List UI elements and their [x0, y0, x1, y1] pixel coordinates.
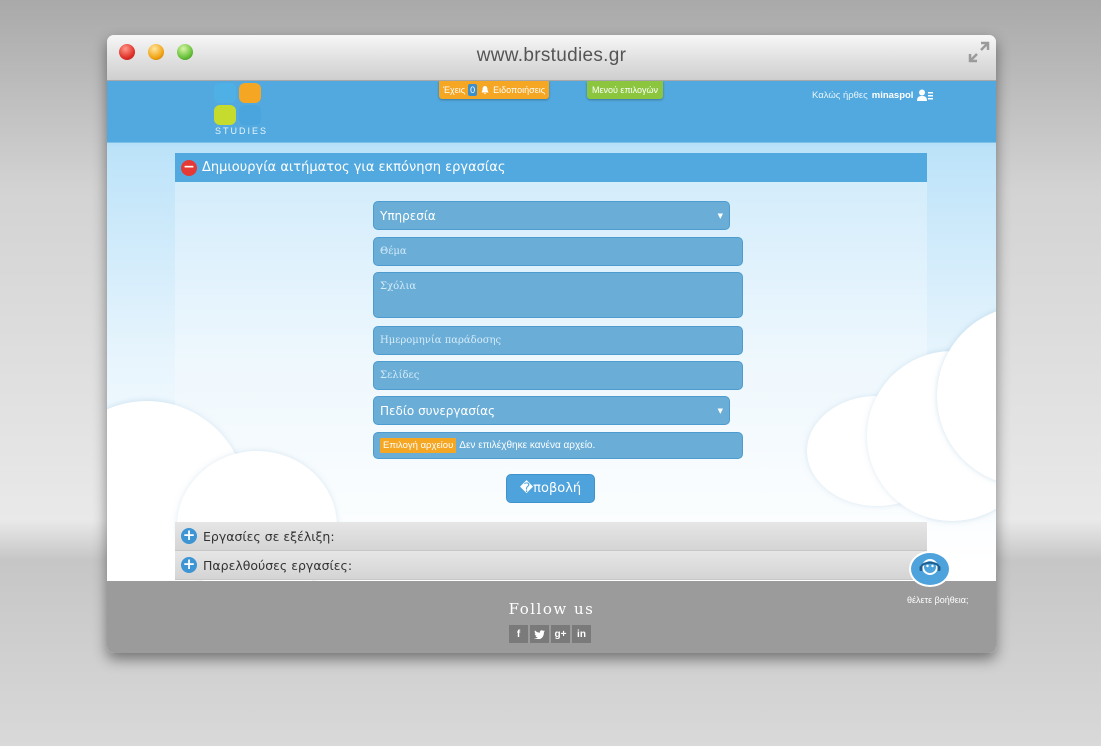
dropdown-arrow-icon: ▼	[717, 406, 723, 415]
username: minaspol	[871, 89, 914, 101]
logo-tile-icon	[239, 105, 261, 125]
support-agent-icon	[919, 559, 941, 575]
user-menu-icon	[917, 89, 934, 101]
service-select-value: Υπηρεσία	[380, 208, 436, 223]
expand-icon[interactable]: +	[181, 528, 197, 544]
google-plus-icon[interactable]: g+	[551, 625, 570, 643]
site-header: STUDIES Έχεις 0 Ειδοποιήσεις Μενού επιλο…	[107, 81, 996, 143]
section-in-progress[interactable]: + Εργασίες σε εξέλιξη:	[175, 522, 927, 551]
page-viewport: STUDIES Έχεις 0 Ειδοποιήσεις Μενού επιλο…	[107, 81, 996, 653]
linkedin-icon[interactable]: in	[572, 625, 591, 643]
section-label: Παρελθούσες εργασίες:	[203, 557, 353, 573]
url-display: www.brstudies.gr	[476, 45, 627, 66]
follow-us-label: Follow us	[508, 600, 595, 618]
help-prompt[interactable]: θέλετε βοήθεια;	[907, 595, 969, 605]
file-status-text: Δεν επιλέχθηκε κανένα αρχείο.	[459, 440, 596, 451]
logo-text: STUDIES	[215, 126, 269, 136]
notifications-count: 0	[468, 84, 478, 96]
panel-header[interactable]: − Δημιουργία αιτήματος για εκπόνηση εργα…	[175, 153, 927, 182]
logo-tile-icon	[214, 105, 236, 125]
request-form-panel: − Δημιουργία αιτήματος για εκπόνηση εργα…	[175, 153, 927, 521]
comments-textarea[interactable]: Σχόλια	[373, 272, 743, 318]
file-upload-field: Επιλογή αρχείου Δεν επιλέχθηκε κανένα αρ…	[373, 432, 743, 459]
site-footer: Follow us f g+ in θέλετε βοήθεια;	[107, 581, 996, 653]
dropdown-arrow-icon: ▼	[717, 211, 723, 220]
title-bar: www.brstudies.gr	[107, 35, 996, 81]
fullscreen-icon[interactable]	[968, 41, 990, 63]
logo-tile-icon	[214, 83, 236, 103]
service-select[interactable]: Υπηρεσία ▼	[373, 201, 730, 230]
panel-title: Δημιουργία αιτήματος για εκπόνηση εργασί…	[202, 160, 506, 175]
notifications-prefix: Έχεις	[443, 85, 466, 95]
facebook-icon[interactable]: f	[509, 625, 528, 643]
notifications-button[interactable]: Έχεις 0 Ειδοποιήσεις	[439, 81, 550, 99]
section-past[interactable]: + Παρελθούσες εργασίες:	[175, 551, 927, 580]
options-menu-button[interactable]: Μενού επιλογών	[587, 81, 664, 99]
choose-file-button[interactable]: Επιλογή αρχείου	[380, 438, 457, 453]
collapse-icon[interactable]: −	[181, 159, 197, 176]
welcome-text: Καλώς ήρθες	[812, 89, 868, 101]
help-chat-button[interactable]	[909, 551, 951, 587]
twitter-icon[interactable]	[530, 625, 549, 643]
collaboration-field-select[interactable]: Πεδίο συνεργασίας ▼	[373, 396, 730, 425]
section-label: Εργασίες σε εξέλιξη:	[203, 528, 335, 544]
submit-button[interactable]: �ποβολή	[506, 474, 595, 503]
subject-input[interactable]: Θέμα	[373, 237, 743, 266]
delivery-date-input[interactable]: Ημερομηνία παράδοσης	[373, 326, 743, 355]
collaboration-field-value: Πεδίο συνεργασίας	[380, 403, 496, 418]
notifications-label: Ειδοποιήσεις	[493, 85, 546, 95]
expand-icon[interactable]: +	[181, 557, 197, 573]
social-links: f g+ in	[509, 625, 591, 643]
user-welcome[interactable]: Καλώς ήρθες minaspol	[812, 89, 934, 101]
logo-tile-icon	[239, 83, 261, 103]
bell-icon	[481, 86, 489, 95]
pages-input[interactable]: Σελίδες	[373, 361, 743, 390]
browser-window: www.brstudies.gr STUDIES Έχεις 0 Ειδοποι…	[107, 35, 996, 653]
